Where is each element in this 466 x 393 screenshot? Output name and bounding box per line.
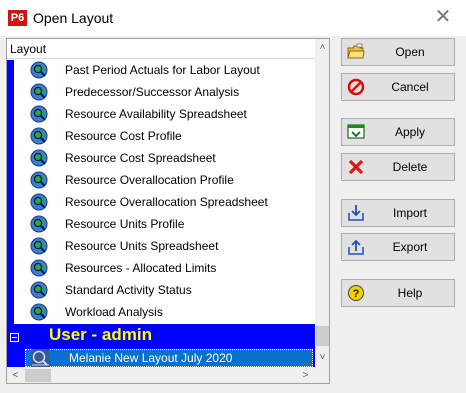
layout-list-item-label: Past Period Actuals for Labor Layout xyxy=(65,63,260,77)
layout-list-item[interactable]: Standard Activity Status xyxy=(7,280,315,301)
group-row-user-admin[interactable]: User - admin xyxy=(7,324,315,348)
layout-list-item-label: Resource Overallocation Profile xyxy=(65,173,234,187)
import-button-label: Import xyxy=(392,206,427,220)
layout-globe-icon xyxy=(30,215,49,234)
layout-list-item[interactable]: Resource Cost Profile xyxy=(7,126,315,147)
selected-layout-row[interactable]: Melanie New Layout July 2020 xyxy=(7,348,315,367)
layout-globe-icon xyxy=(30,149,49,168)
layout-globe-icon xyxy=(30,237,49,256)
layout-globe-icon xyxy=(30,83,49,102)
layout-list-item-label: Resources - Allocated Limits xyxy=(65,261,217,275)
layout-globe-icon xyxy=(30,127,49,146)
open-folder-icon xyxy=(347,43,365,61)
apply-button-label: Apply xyxy=(394,125,426,139)
layout-list-item-label: Resource Units Spreadsheet xyxy=(65,239,219,253)
layout-list-item-label: Resource Cost Spreadsheet xyxy=(65,151,216,165)
export-button-label: Export xyxy=(392,240,428,254)
delete-button-label: Delete xyxy=(392,160,428,174)
layout-list-item[interactable]: Resource Units Profile xyxy=(7,214,315,235)
import-button[interactable]: Import xyxy=(341,199,455,227)
close-button[interactable]: ✕ xyxy=(420,0,466,36)
layout-list-item-label: Resource Availability Spreadsheet xyxy=(65,107,247,121)
layout-list: User - admin Melanie New Layout July 202… xyxy=(7,60,315,367)
apply-button[interactable]: Apply xyxy=(341,118,455,146)
layout-list-item[interactable]: Resource Units Spreadsheet xyxy=(7,236,315,257)
cancel-icon xyxy=(347,78,365,96)
scrollbar-corner xyxy=(315,367,329,383)
scroll-down-arrow-icon[interactable]: ˅ xyxy=(315,349,329,366)
scroll-left-arrow-icon[interactable]: < xyxy=(7,367,24,383)
group-label: User - admin xyxy=(49,325,152,344)
layout-list-item-label: Resource Units Profile xyxy=(65,217,185,231)
scroll-right-arrow-icon[interactable]: > xyxy=(297,367,314,383)
layout-list-item-label: Resource Cost Profile xyxy=(65,129,182,143)
collapse-icon[interactable] xyxy=(10,333,19,342)
open-button[interactable]: Open xyxy=(341,38,455,66)
layout-globe-icon xyxy=(30,259,49,278)
export-icon xyxy=(347,238,365,256)
layout-list-item-label: Workload Analysis xyxy=(65,305,163,319)
delete-x-icon xyxy=(347,158,365,176)
vertical-scrollbar[interactable]: ˄ ˅ xyxy=(315,39,329,367)
layout-globe-icon xyxy=(30,61,49,80)
cancel-button[interactable]: Cancel xyxy=(341,73,455,101)
help-button-label: Help xyxy=(397,286,423,300)
layout-list-item[interactable]: Workload Analysis xyxy=(7,302,315,323)
cancel-button-label: Cancel xyxy=(391,80,429,94)
apply-icon xyxy=(347,123,365,141)
layout-tree[interactable]: Layout User - admin Melanie New Layout J… xyxy=(6,38,330,384)
window-title: Open Layout xyxy=(33,10,114,26)
layout-globe-icon xyxy=(30,193,49,212)
export-button[interactable]: Export xyxy=(341,233,455,261)
p6-app-icon: P6 xyxy=(8,10,27,26)
delete-button[interactable]: Delete xyxy=(341,153,455,181)
import-icon xyxy=(347,204,365,222)
open-button-label: Open xyxy=(395,45,425,59)
layout-globe-icon xyxy=(30,303,49,322)
layout-list-item[interactable]: Resource Cost Spreadsheet xyxy=(7,148,315,169)
layout-list-item[interactable]: Resource Availability Spreadsheet xyxy=(7,104,315,125)
horizontal-scroll-thumb[interactable] xyxy=(25,369,51,382)
svg-text:?: ? xyxy=(353,288,360,300)
horizontal-scrollbar[interactable]: < > xyxy=(7,367,315,383)
help-icon: ? xyxy=(347,284,365,302)
layout-list-item[interactable]: Resource Overallocation Spreadsheet xyxy=(7,192,315,213)
layout-list-item-label: Predecessor/Successor Analysis xyxy=(65,85,240,99)
title-bar: P6 Open Layout ✕ xyxy=(0,0,466,36)
layout-list-item[interactable]: Past Period Actuals for Labor Layout xyxy=(7,60,315,81)
layout-globe-icon xyxy=(30,171,49,190)
layout-list-item[interactable]: Resources - Allocated Limits xyxy=(7,258,315,279)
layout-globe-icon xyxy=(30,281,49,300)
layout-list-item[interactable]: Resource Overallocation Profile xyxy=(7,170,315,191)
layout-globe-icon xyxy=(30,105,49,124)
scroll-up-arrow-icon[interactable]: ˄ xyxy=(315,39,329,56)
layout-column-header[interactable]: Layout xyxy=(7,39,315,59)
layout-list-item-label: Resource Overallocation Spreadsheet xyxy=(65,195,268,209)
vertical-scroll-thumb[interactable] xyxy=(316,326,329,346)
user-layout-icon xyxy=(31,349,50,367)
help-button[interactable]: ? Help xyxy=(341,279,455,307)
layout-list-item[interactable]: Predecessor/Successor Analysis xyxy=(7,82,315,103)
layout-list-item-label: Standard Activity Status xyxy=(65,283,192,297)
selected-layout-label: Melanie New Layout July 2020 xyxy=(69,351,233,365)
